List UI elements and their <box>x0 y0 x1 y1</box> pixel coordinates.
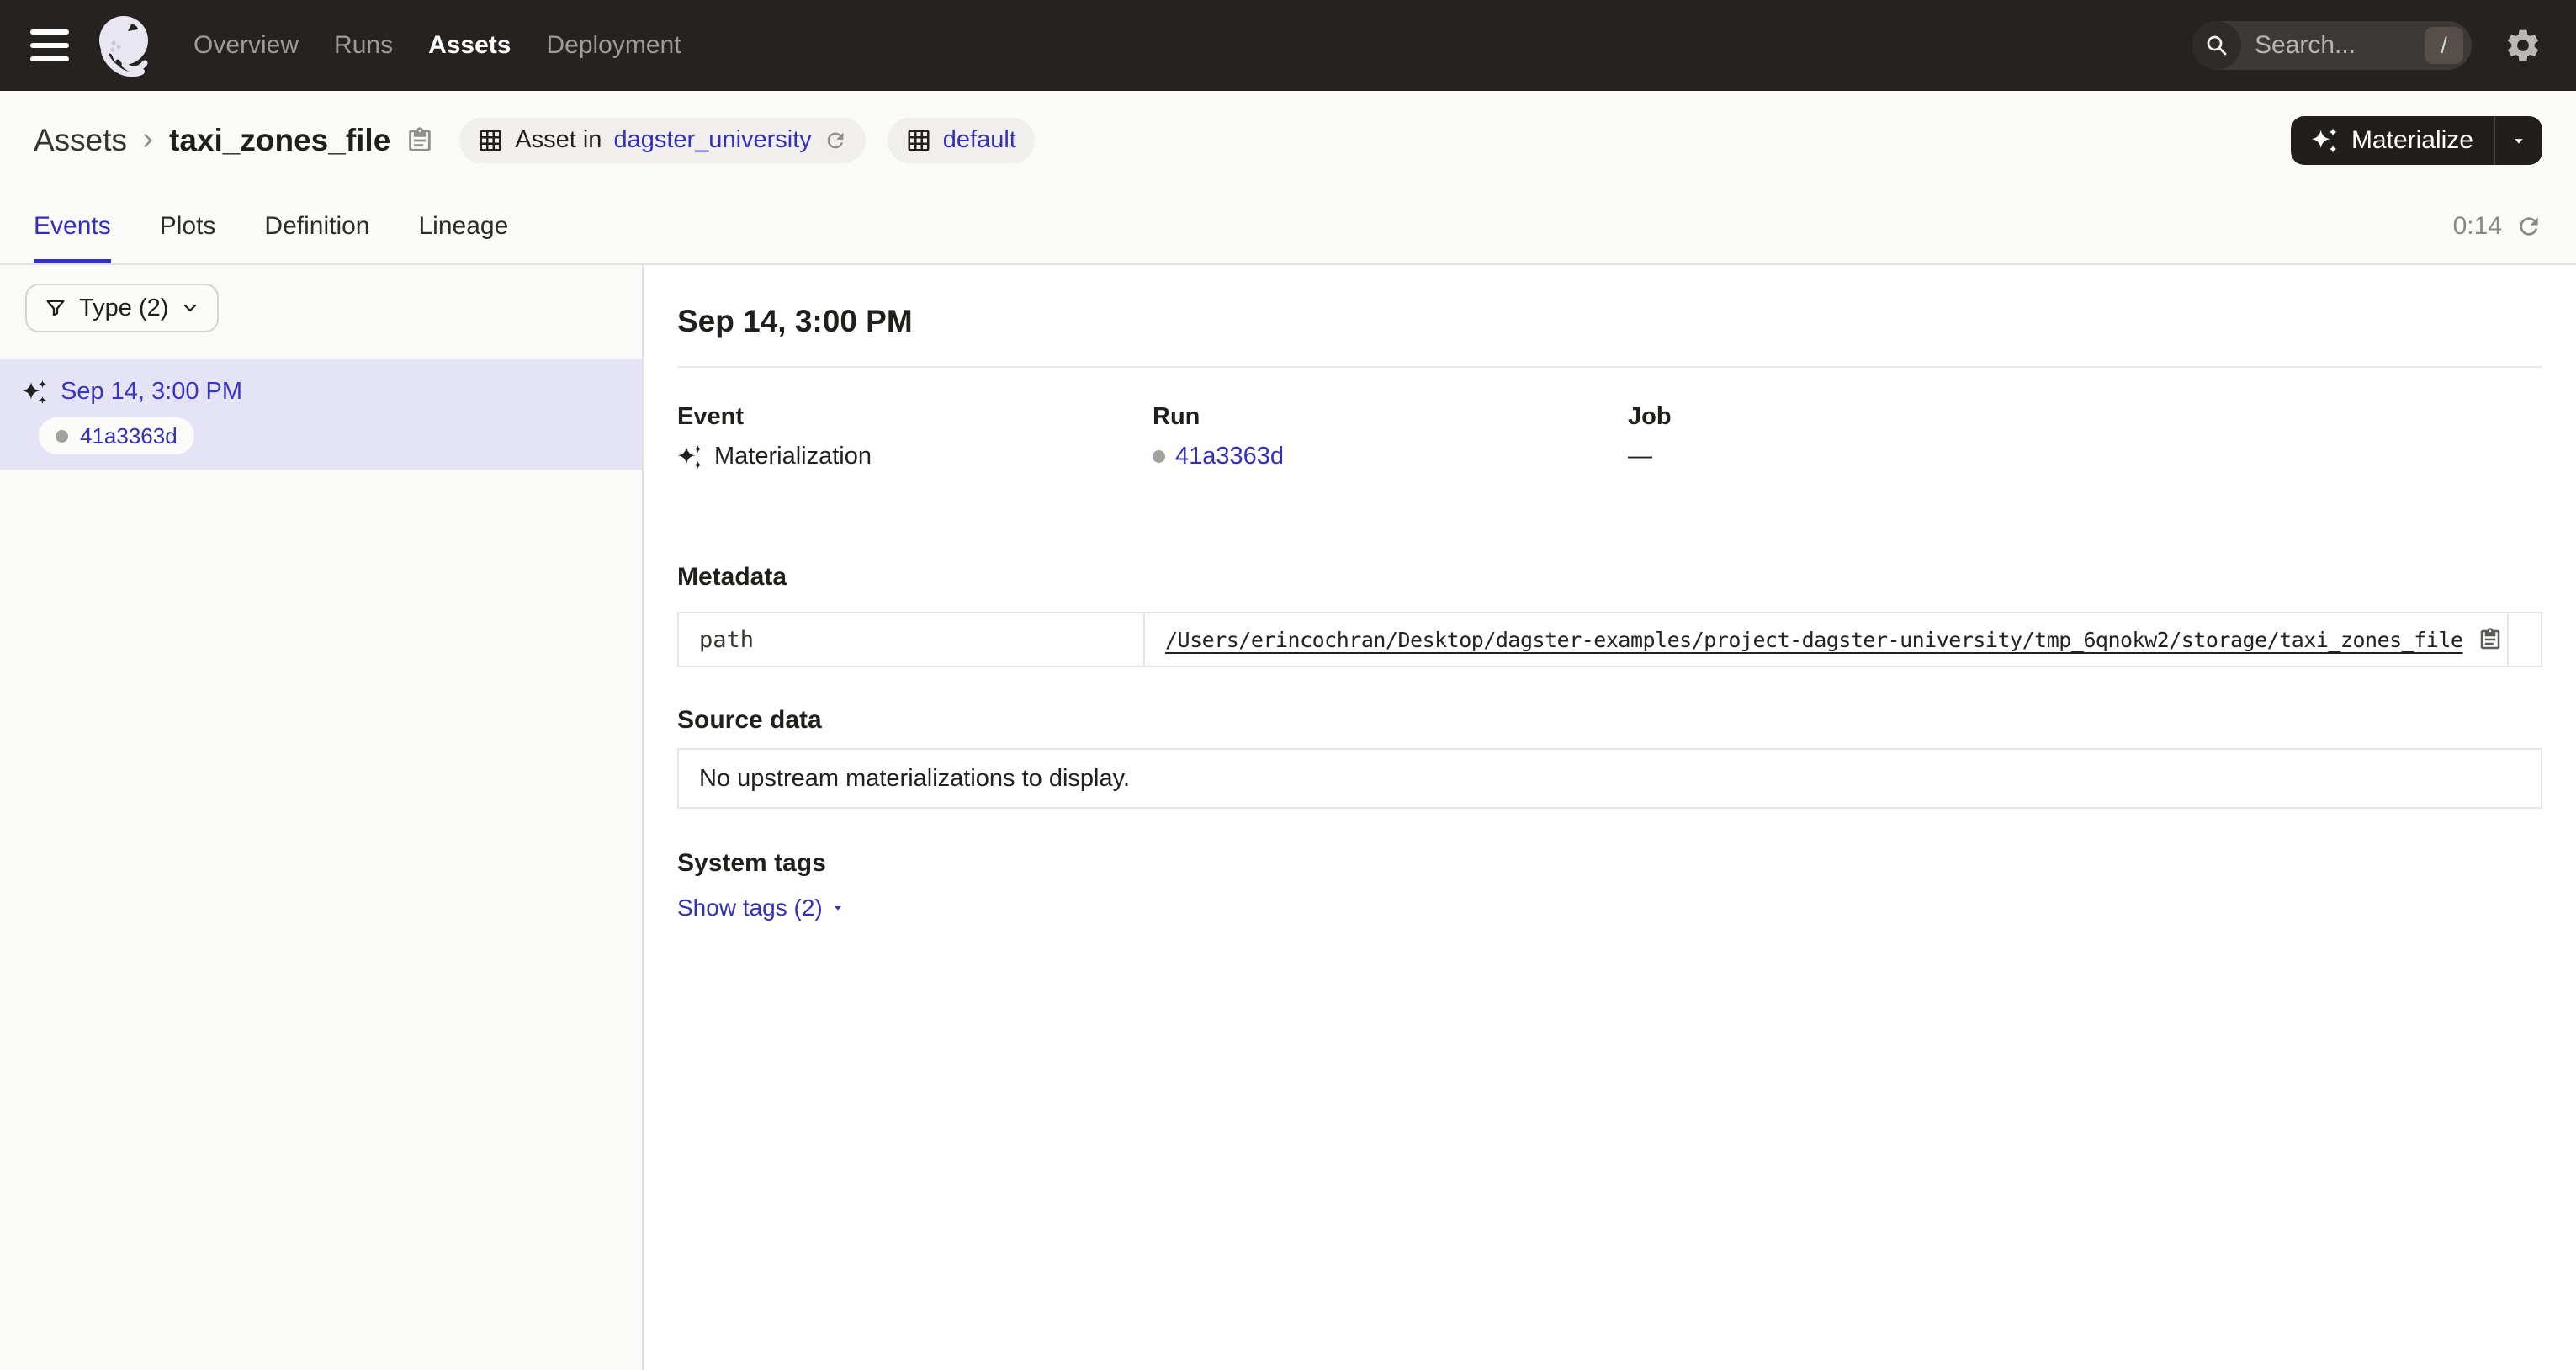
content-area: Type (2) Sep 14, 3:00 PM 41a <box>0 265 2576 1370</box>
event-detail-title: Sep 14, 3:00 PM <box>677 305 2542 337</box>
global-search[interactable]: / <box>2192 21 2472 70</box>
run-id-badge[interactable]: 41a3363d <box>39 417 194 454</box>
event-label: Event <box>677 403 1153 431</box>
metadata-heading: Metadata <box>677 563 2542 592</box>
asset-group-prefix: Asset in <box>515 126 602 154</box>
materialize-button-label: Materialize <box>2351 126 2473 155</box>
primary-nav: Overview Runs Assets Deployment <box>193 31 681 60</box>
event-detail-panel: Sep 14, 3:00 PM Event Materialization <box>644 265 2576 1370</box>
tab-events[interactable]: Events <box>34 189 111 263</box>
show-tags-label: Show tags (2) <box>677 895 823 921</box>
tab-plots[interactable]: Plots <box>160 189 216 263</box>
run-id-link[interactable]: 41a3363d <box>1175 443 1284 470</box>
event-date-link[interactable]: Sep 14, 3:00 PM <box>61 378 242 406</box>
materialize-options-caret[interactable] <box>2494 116 2542 165</box>
run-id-link[interactable]: 41a3363d <box>80 423 178 449</box>
run-label: Run <box>1153 403 1628 431</box>
run-column: Run 41a3363d <box>1153 403 1628 470</box>
source-data-heading: Source data <box>677 706 2542 735</box>
job-value: — <box>1628 443 1652 470</box>
top-nav-right: / <box>2192 21 2542 70</box>
materialization-sparkle-icon <box>22 379 49 406</box>
event-summary-columns: Event Materialization Run 4 <box>677 403 2542 470</box>
chevron-right-icon <box>137 130 159 151</box>
copy-asset-name-button[interactable] <box>405 126 434 155</box>
asset-group-link[interactable]: dagster_university <box>613 126 811 154</box>
empty-message: No upstream materializations to display. <box>699 765 1130 793</box>
divider <box>677 366 2542 368</box>
chevron-down-icon <box>180 298 200 318</box>
event-column: Event Materialization <box>677 403 1153 470</box>
hamburger-menu-button[interactable] <box>30 29 69 61</box>
nav-item-overview[interactable]: Overview <box>193 31 299 60</box>
run-status-dot <box>56 430 68 443</box>
source-data-empty-box: No upstream materializations to display. <box>677 748 2542 809</box>
nav-item-deployment[interactable]: Deployment <box>546 31 681 60</box>
search-shortcut-badge: / <box>2425 27 2463 64</box>
caret-down-icon <box>831 901 845 915</box>
search-icon <box>2192 21 2241 70</box>
tab-lineage[interactable]: Lineage <box>419 189 509 263</box>
materialize-split-button: Materialize <box>2291 116 2542 165</box>
refresh-icon[interactable] <box>2515 213 2542 240</box>
metadata-key: path <box>679 613 1145 666</box>
breadcrumb-assets-link[interactable]: Assets <box>34 123 127 158</box>
materialize-sparkle-icon <box>2311 126 2340 155</box>
page-header: Assets taxi_zones_file Asset in dagster_… <box>0 91 2576 189</box>
show-tags-link[interactable]: Show tags (2) <box>677 895 845 921</box>
refresh-status: 0:14 <box>2453 189 2542 263</box>
code-location-badge: default <box>888 118 1035 163</box>
run-status-dot <box>1153 450 1165 463</box>
copy-path-button[interactable] <box>2478 627 2503 652</box>
metadata-extra-cell <box>2509 613 2541 666</box>
asset-tabs: Events Plots Definition Lineage 0:14 <box>0 189 2576 265</box>
asset-group-grid-icon <box>478 128 503 153</box>
nav-item-runs[interactable]: Runs <box>334 31 393 60</box>
metadata-value-cell: /Users/erincochran/Desktop/dagster-examp… <box>1145 613 2509 666</box>
filter-icon <box>44 296 67 320</box>
asset-group-badge: Asset in dagster_university <box>459 118 866 163</box>
metadata-path-link[interactable]: /Users/erincochran/Desktop/dagster-examp… <box>1165 628 2462 652</box>
materialize-button[interactable]: Materialize <box>2291 116 2494 165</box>
code-location-grid-icon <box>906 128 931 153</box>
code-location-link[interactable]: default <box>943 126 1016 154</box>
event-type-value: Materialization <box>714 443 872 470</box>
settings-gear-icon[interactable] <box>2504 26 2542 65</box>
type-filter-label: Type (2) <box>79 295 168 322</box>
asset-title: taxi_zones_file <box>169 123 390 158</box>
metadata-table: path /Users/erincochran/Desktop/dagster-… <box>677 612 2542 667</box>
dagster-logo[interactable] <box>93 13 153 78</box>
search-input[interactable] <box>2241 31 2425 60</box>
caret-down-icon <box>2510 131 2528 150</box>
refresh-countdown: 0:14 <box>2453 212 2502 241</box>
nav-item-assets[interactable]: Assets <box>428 31 511 60</box>
filter-bar: Type (2) <box>0 265 642 359</box>
events-sidebar: Type (2) Sep 14, 3:00 PM 41a <box>0 265 644 1370</box>
top-nav-bar: Overview Runs Assets Deployment / <box>0 0 2576 91</box>
system-tags-heading: System tags <box>677 849 2542 878</box>
header-badges: Asset in dagster_university default <box>459 118 1035 163</box>
job-label: Job <box>1628 403 2542 431</box>
type-filter-button[interactable]: Type (2) <box>25 284 219 332</box>
job-column: Job — <box>1628 403 2542 470</box>
event-list-item[interactable]: Sep 14, 3:00 PM 41a3363d <box>0 359 642 470</box>
tab-definition[interactable]: Definition <box>264 189 369 263</box>
materialization-sparkle-icon <box>677 443 704 470</box>
reload-definitions-icon[interactable] <box>824 129 847 152</box>
breadcrumb: Assets taxi_zones_file <box>34 123 434 158</box>
